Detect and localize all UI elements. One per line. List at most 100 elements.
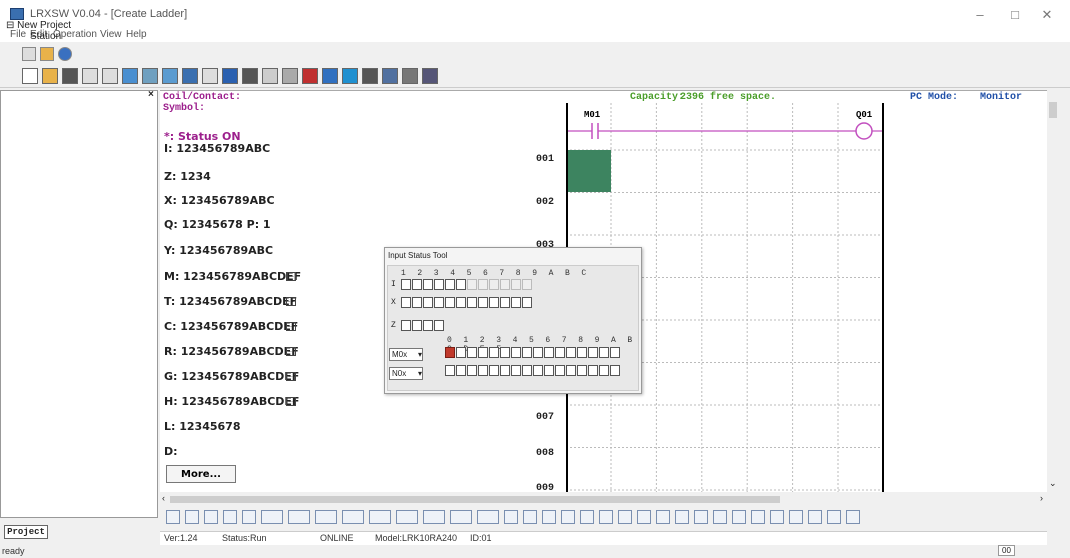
input-checkbox[interactable] (434, 320, 444, 331)
vertical-scrollbar[interactable] (1047, 90, 1059, 492)
panel-close-icon[interactable]: × (148, 89, 154, 100)
input-checkbox[interactable] (445, 297, 455, 308)
input-checkbox[interactable] (577, 365, 587, 376)
toolbar-tool-icon[interactable] (122, 68, 138, 84)
minimize-button[interactable]: – (960, 4, 1000, 26)
toolbar-tool-icon[interactable] (402, 68, 418, 84)
ladder-element-icon[interactable] (561, 510, 575, 524)
input-checkbox[interactable] (445, 279, 455, 290)
input-checkbox[interactable] (522, 347, 532, 358)
input-checkbox[interactable] (401, 320, 411, 331)
input-checkbox[interactable] (566, 347, 576, 358)
toolbar-tool-icon[interactable] (342, 68, 358, 84)
input-checkbox[interactable] (599, 365, 609, 376)
more-button[interactable]: More... (166, 465, 236, 483)
input-checkbox[interactable] (423, 297, 433, 308)
input-checkbox[interactable] (412, 320, 422, 331)
ladder-element-icon[interactable] (288, 510, 310, 524)
toolbar-tool-icon[interactable] (362, 68, 378, 84)
input-checkbox[interactable] (566, 365, 576, 376)
tree-expander-icon[interactable]: ⊟ (6, 20, 14, 31)
input-checkbox[interactable] (511, 297, 521, 308)
input-checkbox[interactable] (522, 365, 532, 376)
ladder-element-icon[interactable] (450, 510, 472, 524)
ladder-element-icon[interactable] (223, 510, 237, 524)
ladder-element-icon[interactable] (789, 510, 803, 524)
ladder-element-icon[interactable] (166, 510, 180, 524)
input-checkbox[interactable] (533, 365, 543, 376)
ladder-element-icon[interactable] (713, 510, 727, 524)
register-select-1[interactable]: M0x ▾ (389, 348, 423, 361)
ladder-element-icon[interactable] (580, 510, 594, 524)
ladder-element-icon[interactable] (694, 510, 708, 524)
input-checkbox[interactable] (588, 365, 598, 376)
scroll-left-icon[interactable]: ‹ (162, 493, 165, 503)
more-dots-button[interactable]: ... (286, 397, 296, 406)
input-checkbox[interactable] (412, 297, 422, 308)
input-checkbox[interactable] (478, 297, 488, 308)
ladder-element-icon[interactable] (477, 510, 499, 524)
ladder-element-icon[interactable] (242, 510, 256, 524)
input-status-tool-dialog[interactable]: Input Status Tool 1 2 3 4 5 6 7 8 9 A B … (384, 247, 642, 394)
ladder-element-icon[interactable] (204, 510, 218, 524)
input-checkbox[interactable] (401, 279, 411, 290)
ladder-element-icon[interactable] (827, 510, 841, 524)
ladder-element-icon[interactable] (185, 510, 199, 524)
tree-item-station[interactable]: Station (30, 31, 61, 42)
ladder-element-icon[interactable] (369, 510, 391, 524)
input-checkbox[interactable] (610, 347, 620, 358)
tab-project[interactable]: Project (4, 525, 48, 539)
input-checkbox[interactable] (467, 297, 477, 308)
toolbar-tool-icon[interactable] (382, 68, 398, 84)
toolbar-tool-icon[interactable] (422, 68, 438, 84)
horizontal-scroll-thumb[interactable] (170, 496, 780, 503)
ladder-element-icon[interactable] (542, 510, 556, 524)
more-dots-button[interactable]: ... (286, 372, 296, 381)
toolbar-tool-icon[interactable] (222, 68, 238, 84)
input-checkbox[interactable] (500, 279, 510, 290)
input-checkbox[interactable] (577, 347, 587, 358)
input-checkbox[interactable] (445, 365, 455, 376)
ladder-element-icon[interactable] (423, 510, 445, 524)
input-checkbox[interactable] (489, 365, 499, 376)
ladder-element-icon[interactable] (523, 510, 537, 524)
ladder-element-icon[interactable] (675, 510, 689, 524)
input-checkbox[interactable] (511, 365, 521, 376)
toolbar-tool-icon[interactable] (82, 68, 98, 84)
toolbar-tool-icon[interactable] (302, 68, 318, 84)
ladder-element-icon[interactable] (396, 510, 418, 524)
toolbar-tool-icon[interactable] (62, 68, 78, 84)
toolbar-tool-icon[interactable] (282, 68, 298, 84)
input-checkbox[interactable] (544, 365, 554, 376)
input-checkbox[interactable] (500, 347, 510, 358)
ladder-element-icon[interactable] (808, 510, 822, 524)
toolbar-tool-icon[interactable] (22, 68, 38, 84)
toolbar-tool-icon[interactable] (242, 68, 258, 84)
vertical-scroll-thumb[interactable] (1049, 102, 1057, 118)
ladder-element-icon[interactable] (770, 510, 784, 524)
toolbar-tool-icon[interactable] (102, 68, 118, 84)
input-checkbox[interactable] (456, 347, 466, 358)
ladder-element-icon[interactable] (618, 510, 632, 524)
input-checkbox[interactable] (456, 365, 466, 376)
input-checkbox[interactable] (533, 347, 543, 358)
selected-cell[interactable] (567, 150, 611, 192)
toolbar-tool-icon[interactable] (142, 68, 158, 84)
input-checkbox[interactable] (610, 365, 620, 376)
input-checkbox[interactable] (489, 279, 499, 290)
input-checkbox[interactable] (434, 279, 444, 290)
input-checkbox[interactable] (478, 347, 488, 358)
ladder-element-icon[interactable] (342, 510, 364, 524)
input-checkbox[interactable] (555, 347, 565, 358)
ladder-element-icon[interactable] (504, 510, 518, 524)
input-checkbox[interactable] (467, 279, 477, 290)
input-checkbox[interactable] (511, 347, 521, 358)
input-checkbox[interactable] (511, 279, 521, 290)
input-checkbox[interactable] (401, 297, 411, 308)
more-dots-button[interactable]: ... (286, 322, 296, 331)
input-checkbox[interactable] (522, 297, 532, 308)
ladder-element-icon[interactable] (751, 510, 765, 524)
toolbar-tool-icon[interactable] (182, 68, 198, 84)
input-checkbox[interactable] (456, 279, 466, 290)
input-checkbox[interactable] (500, 365, 510, 376)
